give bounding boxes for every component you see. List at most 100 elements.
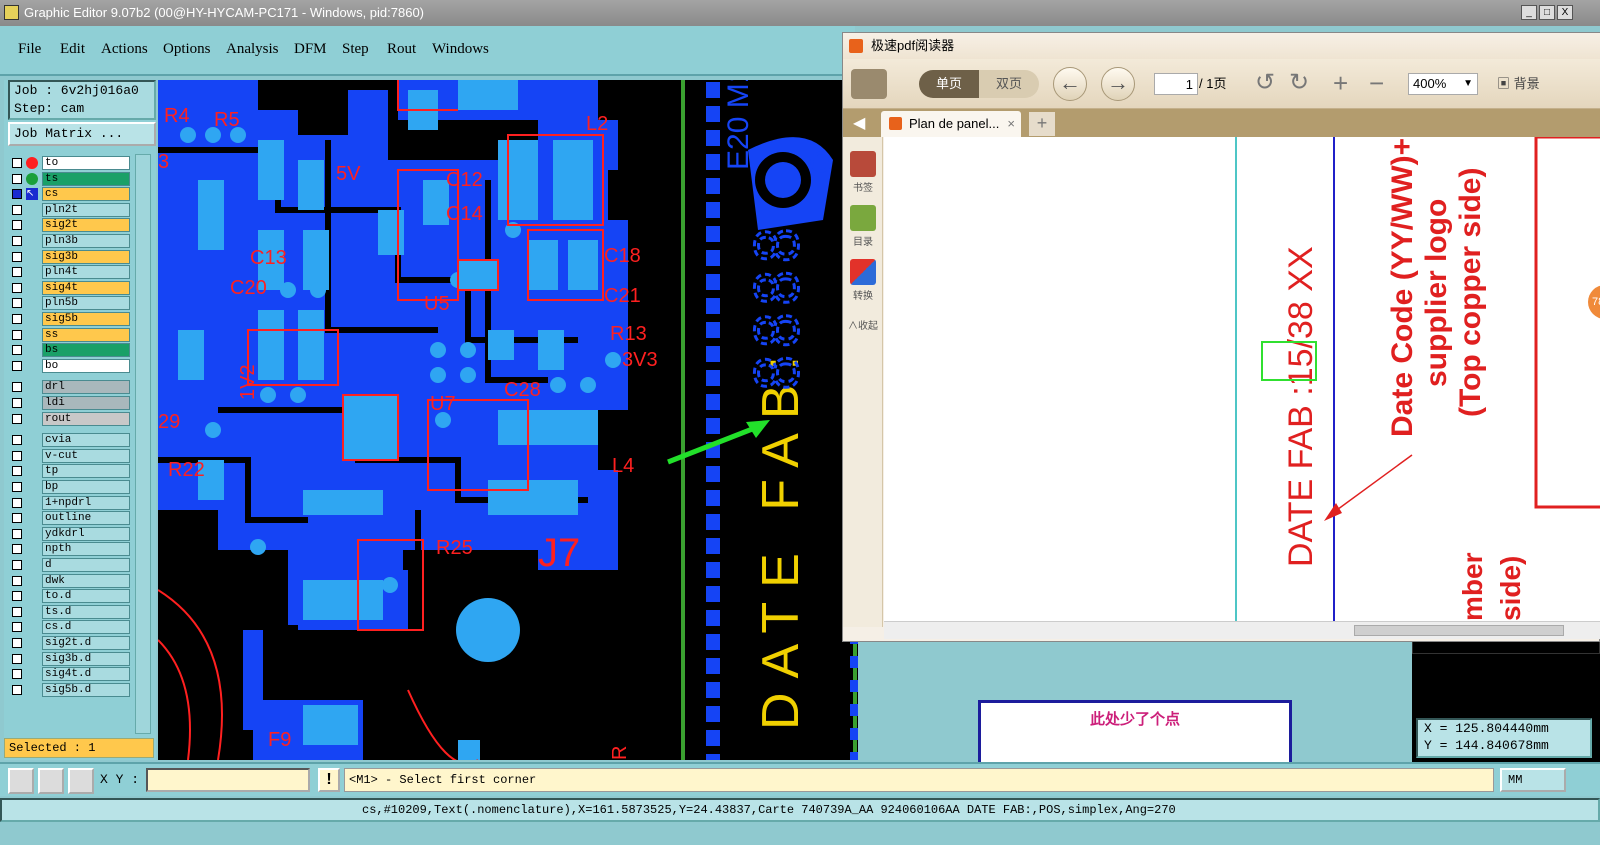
- layer-row-to[interactable]: to: [8, 156, 132, 170]
- layer-checkbox[interactable]: [12, 528, 22, 539]
- menu-actions[interactable]: Actions: [101, 41, 148, 58]
- units-selector[interactable]: MM: [1500, 768, 1566, 792]
- open-folder-icon[interactable]: [851, 69, 887, 99]
- layer-row-to.d[interactable]: to.d: [8, 589, 132, 604]
- layer-row-sig3b[interactable]: sig3b: [8, 249, 132, 264]
- pdf-page-view[interactable]: DATE FAB :15/38 XX Date Code (YY/WW)+ su…: [884, 137, 1600, 621]
- rotate-right-icon[interactable]: ↻: [1289, 69, 1309, 97]
- layer-row-ldi[interactable]: ldi: [8, 396, 132, 410]
- layer-checkbox[interactable]: [12, 204, 22, 215]
- new-tab-button[interactable]: +: [1029, 112, 1055, 136]
- prev-page-button[interactable]: ←: [1053, 67, 1087, 101]
- zoom-select[interactable]: 400% ▼: [1408, 73, 1478, 95]
- layer-row-sig4t.d[interactable]: sig4t.d: [8, 667, 132, 682]
- layer-row-bo[interactable]: bo: [8, 358, 132, 373]
- layer-checkbox[interactable]: [12, 345, 22, 356]
- rotate-left-icon[interactable]: ↺: [1255, 69, 1275, 97]
- layer-checkbox[interactable]: [12, 189, 22, 200]
- menu-rout[interactable]: Rout: [387, 41, 416, 58]
- maximize-button[interactable]: □: [1539, 5, 1555, 20]
- layer-checkbox[interactable]: [12, 398, 22, 408]
- tab-close-icon[interactable]: ×: [1007, 111, 1015, 137]
- menu-step[interactable]: Step: [342, 41, 369, 58]
- layer-checkbox[interactable]: [12, 382, 22, 393]
- layer-row-dwk[interactable]: dwk: [8, 573, 132, 588]
- layer-row-bs[interactable]: bs: [8, 343, 132, 358]
- layer-row-v-cut[interactable]: v-cut: [8, 448, 132, 463]
- layer-checkbox[interactable]: [12, 560, 22, 570]
- layer-checkbox[interactable]: [12, 158, 22, 168]
- layer-checkbox[interactable]: [12, 251, 22, 262]
- layer-row-pln3b[interactable]: pln3b: [8, 234, 132, 248]
- layer-row-outline[interactable]: outline: [8, 511, 132, 526]
- layer-checkbox[interactable]: [12, 497, 22, 508]
- graphic-canvas[interactable]: E20 M11 DATE FAB: 8888 R4 R5 L2 5V C12 C14 C13…: [158, 80, 858, 760]
- pdf-horizontal-scrollbar[interactable]: [884, 621, 1600, 639]
- layer-checkbox[interactable]: [12, 622, 22, 633]
- layer-checkbox[interactable]: [12, 684, 22, 695]
- layer-row-bp[interactable]: bp: [8, 480, 132, 494]
- layer-row-ydkdrl[interactable]: ydkdrl: [8, 526, 132, 541]
- zoom-in-icon[interactable]: +: [1333, 69, 1348, 97]
- grid-tool-icon[interactable]: [68, 768, 94, 794]
- layer-row-sig5b[interactable]: sig5b: [8, 312, 132, 326]
- layer-checkbox[interactable]: [12, 669, 22, 680]
- layer-row-cs[interactable]: ↖ cs: [8, 187, 132, 202]
- menu-edit[interactable]: Edit: [60, 41, 85, 58]
- layer-checkbox[interactable]: [12, 482, 22, 492]
- layer-checkbox[interactable]: [12, 638, 22, 648]
- layer-checkbox[interactable]: [12, 591, 22, 602]
- tab-document[interactable]: Plan de panel... ×: [881, 111, 1021, 137]
- page-number-input[interactable]: [1154, 73, 1198, 95]
- layer-checkbox[interactable]: [12, 544, 22, 555]
- double-page-button[interactable]: 双页: [979, 70, 1039, 98]
- menu-analysis[interactable]: Analysis: [226, 41, 279, 58]
- layer-row-drl[interactable]: drl: [8, 380, 132, 395]
- layer-row-d[interactable]: d: [8, 558, 132, 572]
- collapse-button[interactable]: ∧收起: [847, 317, 879, 332]
- layer-checkbox[interactable]: [12, 606, 22, 617]
- layer-checkbox[interactable]: [12, 220, 22, 231]
- layer-row-rout[interactable]: rout: [8, 411, 132, 426]
- layer-row-sig5b.d[interactable]: sig5b.d: [8, 682, 132, 697]
- layer-checkbox[interactable]: [12, 282, 22, 293]
- layer-checkbox[interactable]: [12, 575, 22, 586]
- minimize-button[interactable]: _: [1521, 5, 1537, 20]
- layer-row-pln2t[interactable]: pln2t: [8, 202, 132, 217]
- layer-checkbox[interactable]: [12, 236, 22, 246]
- layer-row-ts[interactable]: ts: [8, 171, 132, 186]
- zoom-tool-icon[interactable]: [8, 768, 34, 794]
- layer-row-cvia[interactable]: cvia: [8, 433, 132, 448]
- measure-tool-icon[interactable]: [38, 768, 64, 794]
- close-button[interactable]: X: [1557, 5, 1573, 20]
- menu-dfm[interactable]: DFM: [294, 41, 327, 58]
- layer-row-sig2t.d[interactable]: sig2t.d: [8, 636, 132, 650]
- layer-row-cs.d[interactable]: cs.d: [8, 620, 132, 635]
- layer-list-scrollbar[interactable]: [135, 154, 151, 734]
- menu-file[interactable]: File: [18, 41, 41, 58]
- menu-options[interactable]: Options: [163, 41, 211, 58]
- layer-row-ss[interactable]: ss: [8, 327, 132, 342]
- layer-row-pln4t[interactable]: pln4t: [8, 265, 132, 280]
- zoom-out-icon[interactable]: −: [1369, 69, 1384, 97]
- scroll-thumb[interactable]: [1354, 625, 1564, 636]
- warning-button[interactable]: !: [318, 768, 340, 792]
- layer-checkbox[interactable]: [12, 513, 22, 524]
- layer-checkbox[interactable]: [12, 267, 22, 278]
- layer-checkbox[interactable]: [12, 173, 22, 184]
- job-matrix-button[interactable]: Job Matrix ...: [8, 122, 156, 146]
- menu-windows[interactable]: Windows: [432, 41, 489, 58]
- convert-button[interactable]: 转换: [847, 259, 879, 302]
- next-page-button[interactable]: →: [1101, 67, 1135, 101]
- layer-row-tp[interactable]: tp: [8, 464, 132, 479]
- layer-row-npth[interactable]: npth: [8, 542, 132, 557]
- layer-checkbox[interactable]: [12, 450, 22, 461]
- sidebar-toggle-icon[interactable]: ◀: [853, 113, 865, 133]
- bookmark-button[interactable]: 书签: [847, 151, 879, 194]
- layer-row-sig2t[interactable]: sig2t: [8, 218, 132, 233]
- layer-row-sig3b.d[interactable]: sig3b.d: [8, 651, 132, 666]
- layer-checkbox[interactable]: [12, 466, 22, 477]
- layer-checkbox[interactable]: [12, 298, 22, 309]
- toc-button[interactable]: 目录: [847, 205, 879, 248]
- layer-checkbox[interactable]: [12, 329, 22, 340]
